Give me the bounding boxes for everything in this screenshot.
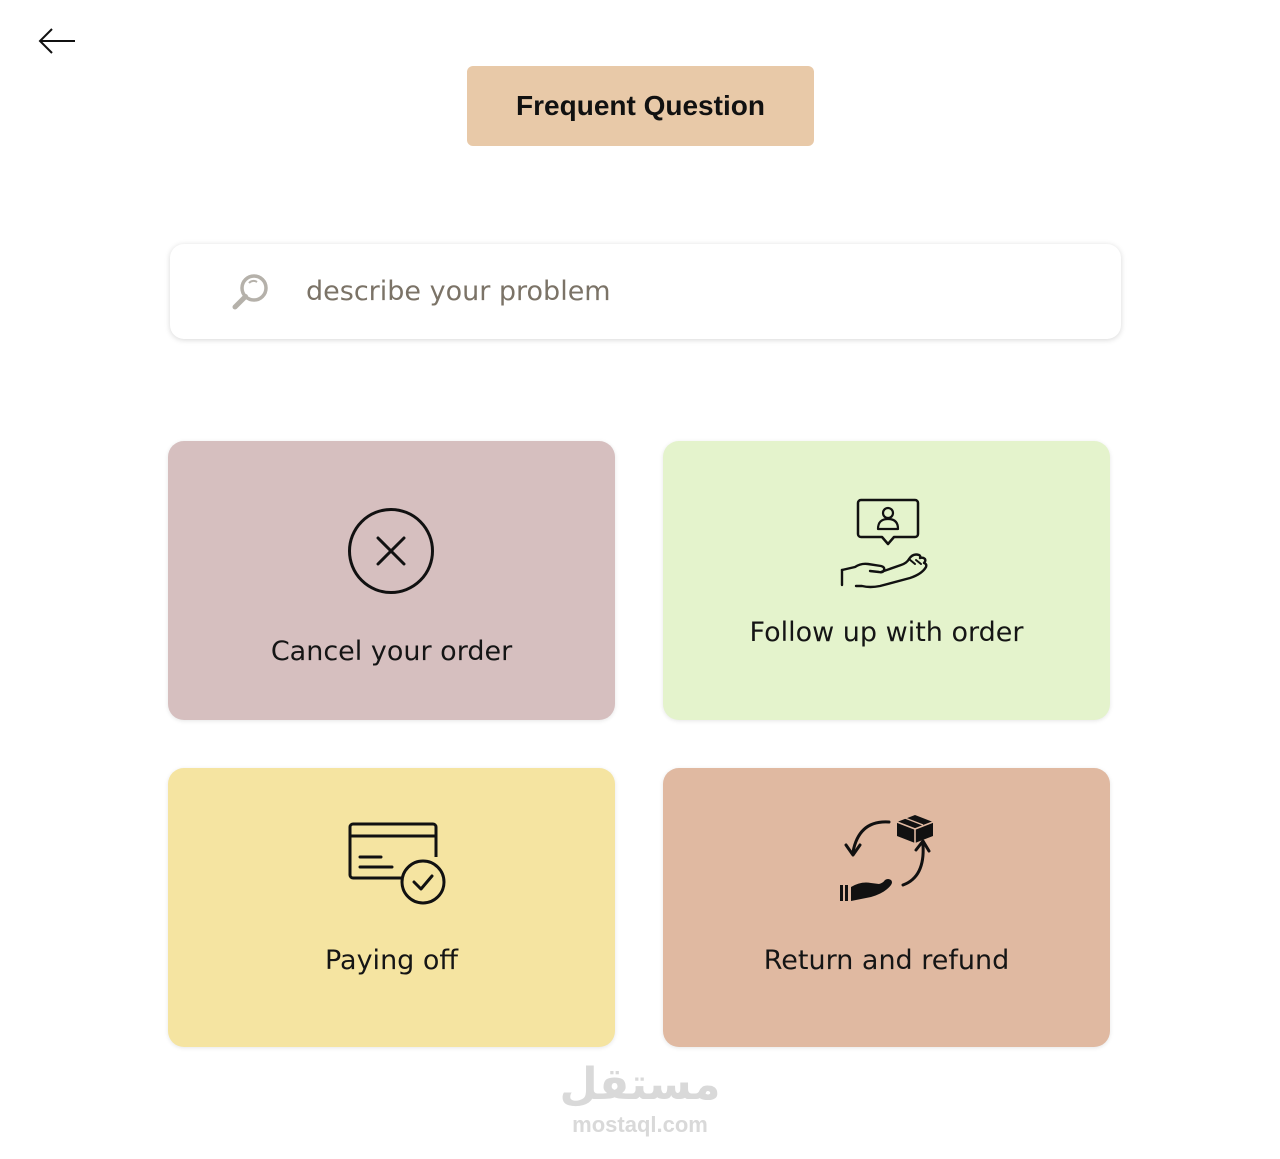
card-label: Cancel your order xyxy=(270,636,513,667)
card-paying-off[interactable]: Paying off xyxy=(168,768,615,1047)
watermark: مستقل mostaql.com xyxy=(540,1056,740,1146)
watermark-url: mostaql.com xyxy=(572,1112,708,1137)
card-label: Return and refund xyxy=(763,945,1010,976)
watermark-arabic: مستقل xyxy=(559,1059,721,1110)
card-label: Paying off xyxy=(324,945,459,976)
card-follow-up-order[interactable]: Follow up with order xyxy=(663,441,1110,720)
x-circle-icon xyxy=(348,508,434,594)
search-input[interactable] xyxy=(306,266,1066,316)
card-cancel-order[interactable]: Cancel your order xyxy=(168,441,615,720)
hand-support-icon xyxy=(840,498,928,589)
search-icon xyxy=(232,274,268,310)
search-box[interactable] xyxy=(170,244,1121,339)
card-label: Follow up with order xyxy=(749,617,1024,648)
back-button[interactable] xyxy=(34,22,80,60)
page-title: Frequent Question xyxy=(467,66,814,146)
return-box-icon xyxy=(840,815,934,901)
arrow-left-icon xyxy=(38,28,75,54)
card-check-icon xyxy=(348,822,446,905)
card-return-refund[interactable]: Return and refund xyxy=(663,768,1110,1047)
